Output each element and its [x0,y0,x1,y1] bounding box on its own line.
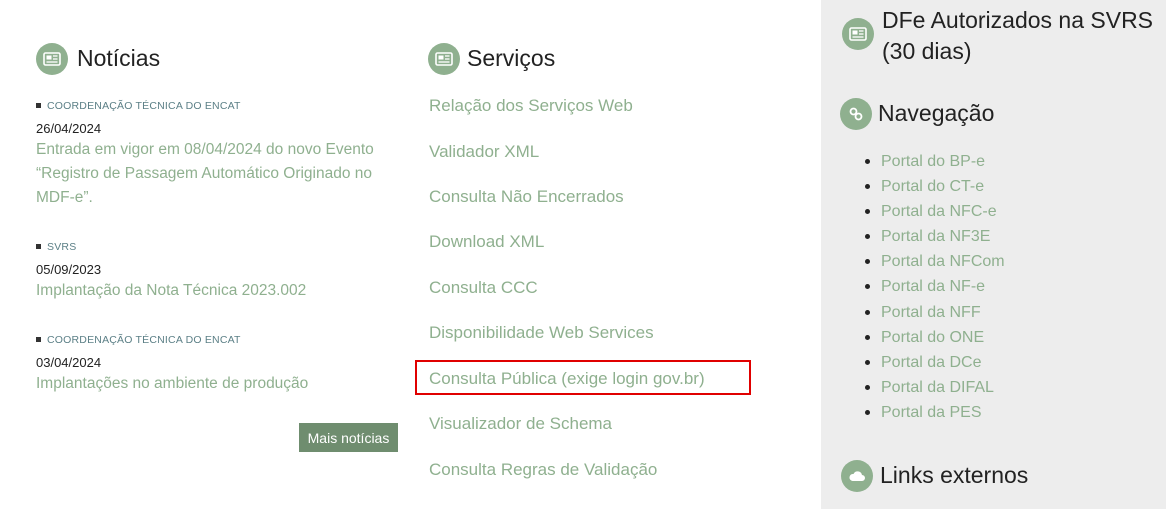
news-category[interactable]: COORDENAÇÃO TÉCNICA DO ENCAT [36,100,396,112]
noticias-title: Notícias [77,45,161,71]
nav-item[interactable]: Portal da NFF [865,300,1005,325]
news-link[interactable]: Implantações no ambiente de produção [36,372,396,396]
nav-list: Portal do BP-e Portal do CT-e Portal da … [865,149,1005,425]
service-link[interactable]: Consulta CCC [429,278,538,298]
dfe-title-line2: (30 dias) [882,38,972,64]
more-news-button[interactable]: Mais notícias [299,423,398,452]
service-link[interactable]: Visualizador de Schema [429,414,612,434]
highlight-box [415,360,751,395]
nav-item[interactable]: Portal da NFC-e [865,199,1005,224]
nav-item[interactable]: Portal da NF3E [865,224,1005,249]
navegacao-title: Navegação [878,100,995,126]
nav-item[interactable]: Portal do BP-e [865,149,1005,174]
nav-item[interactable]: Portal da NF-e [865,274,1005,299]
news-item: COORDENAÇÃO TÉCNICA DO ENCAT 26/04/2024 … [36,100,396,210]
cloud-icon [841,460,873,492]
news-date: 26/04/2024 [36,121,102,136]
newspaper-icon [36,43,68,75]
service-link[interactable]: Relação dos Serviços Web [429,96,633,116]
service-link[interactable]: Consulta Regras de Validação [429,460,657,480]
nav-item[interactable]: Portal da PES [865,400,1005,425]
nav-item[interactable]: Portal do CT-e [865,174,1005,199]
nav-item[interactable]: Portal da DCe [865,350,1005,375]
links-externos-title: Links externos [880,462,1029,488]
news-item: SVRS 05/09/2023 Implantação da Nota Técn… [36,241,396,303]
nav-item[interactable]: Portal do ONE [865,325,1005,350]
newspaper-icon [428,43,460,75]
link-icon [840,98,872,130]
newspaper-icon [842,18,874,50]
service-link[interactable]: Download XML [429,232,544,252]
news-category[interactable]: COORDENAÇÃO TÉCNICA DO ENCAT [36,334,396,346]
service-link[interactable]: Disponibilidade Web Services [429,323,654,343]
dfe-title: DFe Autorizados na SVRS (30 dias) [882,5,1153,67]
news-date: 03/04/2024 [36,355,102,370]
servicos-title: Serviços [467,45,556,71]
news-link[interactable]: Implantação da Nota Técnica 2023.002 [36,279,396,303]
service-link[interactable]: Consulta Não Encerrados [429,187,624,207]
service-link[interactable]: Validador XML [429,142,539,162]
news-item: COORDENAÇÃO TÉCNICA DO ENCAT 03/04/2024 … [36,334,396,396]
nav-item[interactable]: Portal da DIFAL [865,375,1005,400]
news-category[interactable]: SVRS [36,241,396,253]
nav-item[interactable]: Portal da NFCom [865,249,1005,274]
news-link[interactable]: Entrada em vigor em 08/04/2024 do novo E… [36,138,396,210]
dfe-title-line1: DFe Autorizados na SVRS [882,7,1154,33]
news-date: 05/09/2023 [36,262,102,277]
